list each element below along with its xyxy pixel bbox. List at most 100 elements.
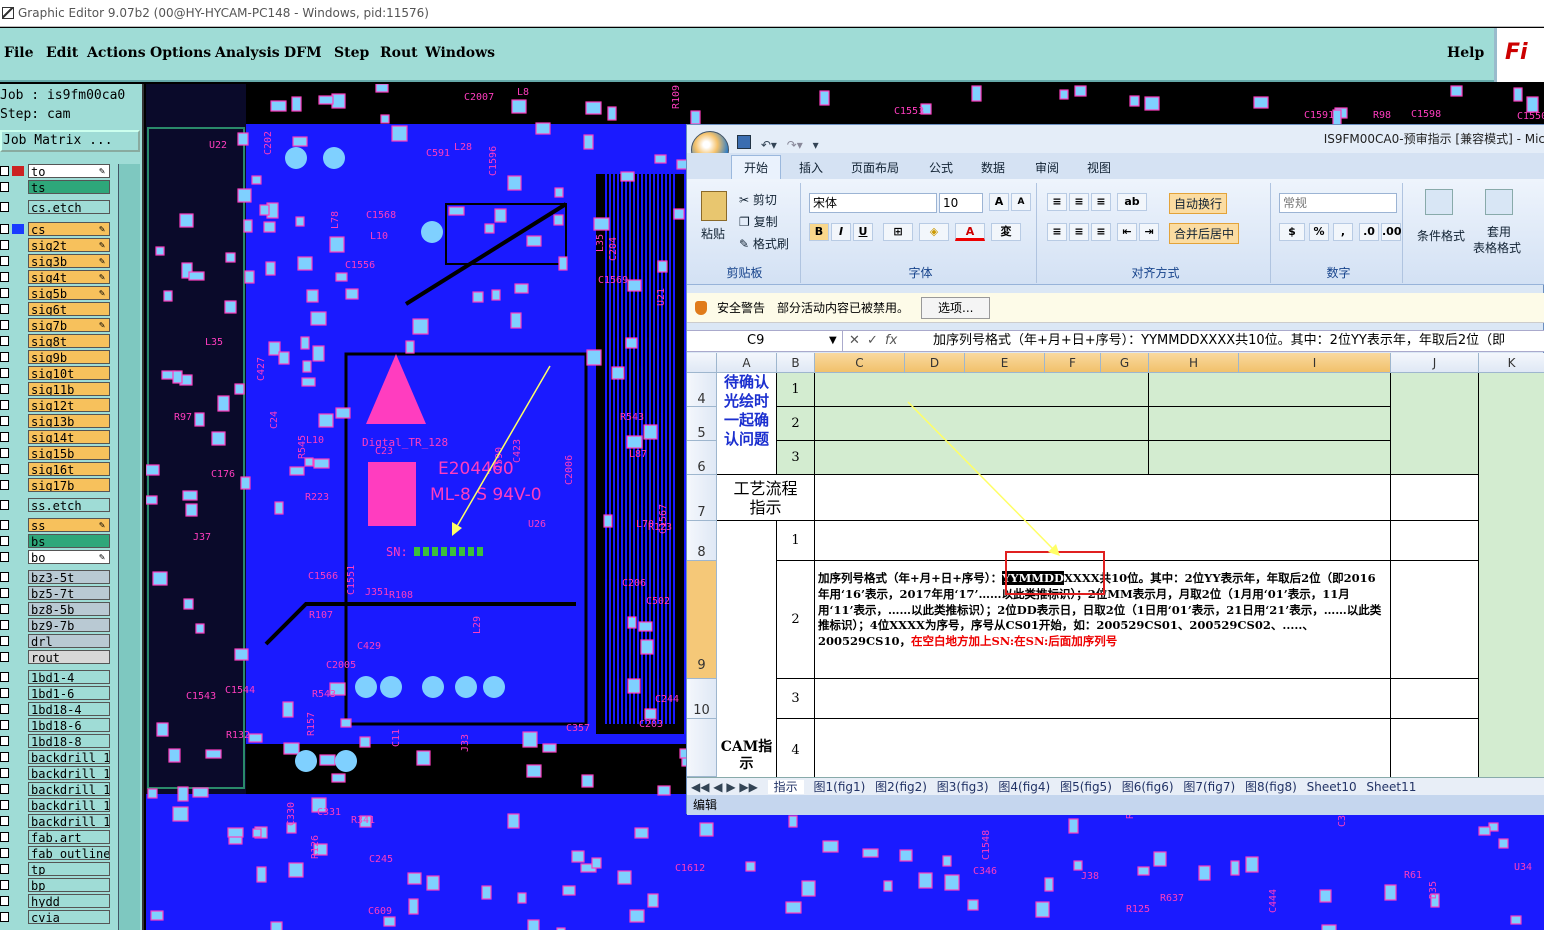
menu-options[interactable]: Options	[150, 45, 211, 61]
bold-button[interactable]: B	[809, 223, 829, 241]
decrease-decimal-icon[interactable]: .00	[1381, 223, 1402, 241]
layer-name[interactable]: sig10t	[28, 366, 110, 380]
sheet-tab-8[interactable]: 图8(fig8)	[1245, 780, 1297, 794]
layer-name[interactable]: 1bd1-4	[28, 670, 110, 684]
layer-name[interactable]: rout	[28, 650, 110, 664]
tab-page-layout[interactable]: 页面布局	[851, 159, 899, 176]
cell-j11[interactable]	[1391, 719, 1479, 777]
spreadsheet-grid[interactable]: A B C D E F G H I J K 4 5 6 7 8 9 10 待确认…	[687, 353, 1544, 777]
col-header-k[interactable]: K	[1479, 353, 1544, 373]
layer-checkbox[interactable]	[0, 464, 9, 474]
cell-h6[interactable]	[1149, 441, 1391, 475]
formula-input[interactable]: 加序列号格式（年+月+日+序号）：YYMMDDXXXX共10位。其中：2位YY表…	[933, 331, 1505, 351]
wrap-text-button[interactable]: 自动换行	[1169, 193, 1228, 214]
layer-name[interactable]: sig3b ✎	[28, 254, 110, 268]
menu-rout[interactable]: Rout	[380, 45, 418, 61]
layer-name[interactable]: ss.etch	[28, 498, 110, 512]
align-center-icon[interactable]: ≡	[1069, 223, 1089, 241]
cell-c7[interactable]	[815, 475, 1391, 521]
col-header-i[interactable]: I	[1239, 353, 1391, 373]
layer-checkbox[interactable]	[0, 848, 9, 858]
italic-button[interactable]: I	[831, 223, 851, 241]
cell-c4[interactable]	[815, 373, 1149, 407]
tab-data[interactable]: 数据	[981, 159, 1005, 176]
redo-icon[interactable]: ↷▾	[787, 138, 803, 152]
sheet-tab-2[interactable]: 图2(fig2)	[875, 780, 927, 794]
tab-formulas[interactable]: 公式	[929, 159, 953, 176]
layer-name[interactable]: bz3-5t	[28, 570, 110, 584]
paste-button[interactable]: 粘贴	[701, 225, 725, 242]
layer-name[interactable]: sig13b	[28, 414, 110, 428]
cell-h5[interactable]	[1149, 407, 1391, 441]
layer-checkbox[interactable]	[0, 384, 9, 394]
cell-a-cam[interactable]: CAM指示	[717, 521, 777, 777]
font-color-icon[interactable]: A	[955, 223, 985, 241]
menu-edit[interactable]: Edit	[46, 45, 78, 61]
layer-checkbox[interactable]	[0, 636, 9, 646]
tab-review[interactable]: 审阅	[1035, 159, 1059, 176]
layer-checkbox[interactable]	[0, 352, 9, 362]
layer-scrollbar[interactable]	[118, 164, 140, 930]
underline-button[interactable]: U	[853, 223, 873, 241]
layer-checkbox[interactable]	[0, 182, 9, 192]
undo-icon[interactable]: ↶▾	[761, 138, 777, 152]
layer-checkbox[interactable]	[0, 336, 9, 346]
select-all-corner[interactable]	[687, 353, 717, 373]
cell-b10[interactable]: 3	[777, 679, 815, 719]
formula-enter-icon[interactable]: ✓	[867, 331, 878, 351]
layer-checkbox[interactable]	[0, 588, 9, 598]
insert-function-icon[interactable]: fx	[885, 331, 897, 351]
layer-name[interactable]: sig5b ✎	[28, 286, 110, 300]
row-header-9[interactable]: 9	[687, 561, 717, 679]
layer-checkbox[interactable]	[0, 416, 9, 426]
cell-b8[interactable]: 1	[777, 521, 815, 561]
cell-b5[interactable]: 2	[777, 407, 815, 441]
layer-name[interactable]: backdrill_1&	[28, 782, 110, 796]
sheet-tab-0[interactable]: 指示	[767, 780, 804, 794]
layer-name[interactable]: sig7b ✎	[28, 318, 110, 332]
percent-icon[interactable]: %	[1309, 223, 1329, 241]
layer-name[interactable]: hydd	[28, 894, 110, 908]
cell-k-column[interactable]	[1479, 373, 1544, 777]
col-header-c[interactable]: C	[815, 353, 905, 373]
cell-j8[interactable]	[1391, 521, 1479, 561]
layer-checkbox[interactable]	[0, 800, 9, 810]
layer-name[interactable]: 1bd1-6	[28, 686, 110, 700]
cell-b11[interactable]: 4	[777, 719, 815, 777]
layer-checkbox[interactable]	[0, 240, 9, 250]
cut-button[interactable]: ✂ 剪切	[739, 191, 777, 208]
cell-c11[interactable]	[815, 719, 1391, 777]
job-matrix-button[interactable]: Job Matrix ...	[0, 130, 140, 152]
cell-c10[interactable]	[815, 679, 1391, 719]
layer-checkbox[interactable]	[0, 896, 9, 906]
align-left-icon[interactable]: ≡	[1047, 223, 1067, 241]
layer-checkbox[interactable]	[0, 320, 9, 330]
fill-color-icon[interactable]: ◈	[919, 223, 949, 241]
format-painter-button[interactable]: ✎ 格式刷	[739, 235, 789, 252]
layer-checkbox[interactable]	[0, 672, 9, 682]
layer-checkbox[interactable]	[0, 768, 9, 778]
layer-name[interactable]: backdrill_1	[28, 814, 110, 828]
layer-checkbox[interactable]	[0, 166, 9, 176]
customize-qat-icon[interactable]: ▾	[813, 138, 819, 152]
layer-checkbox[interactable]	[0, 652, 9, 662]
layer-checkbox[interactable]	[0, 816, 9, 826]
layer-name[interactable]: ts	[28, 180, 110, 194]
layer-checkbox[interactable]	[0, 448, 9, 458]
sheet-tab-3[interactable]: 图3(fig3)	[937, 780, 989, 794]
col-header-b[interactable]: B	[777, 353, 815, 373]
layer-name[interactable]: fab.art	[28, 830, 110, 844]
layer-checkbox[interactable]	[0, 552, 9, 562]
layer-checkbox[interactable]	[0, 880, 9, 890]
align-right-icon[interactable]: ≡	[1091, 223, 1111, 241]
layer-name[interactable]: bz9-7b	[28, 618, 110, 632]
layer-checkbox[interactable]	[0, 688, 9, 698]
layer-checkbox[interactable]	[0, 480, 9, 490]
menu-help[interactable]: Help	[1447, 45, 1484, 61]
comma-icon[interactable]: ,	[1333, 223, 1353, 241]
conditional-format-button[interactable]: 条件格式	[1417, 227, 1465, 244]
layer-checkbox[interactable]	[0, 272, 9, 282]
layer-checkbox[interactable]	[0, 604, 9, 614]
table-format-label-1[interactable]: 套用	[1487, 223, 1511, 240]
col-header-a[interactable]: A	[717, 353, 777, 373]
